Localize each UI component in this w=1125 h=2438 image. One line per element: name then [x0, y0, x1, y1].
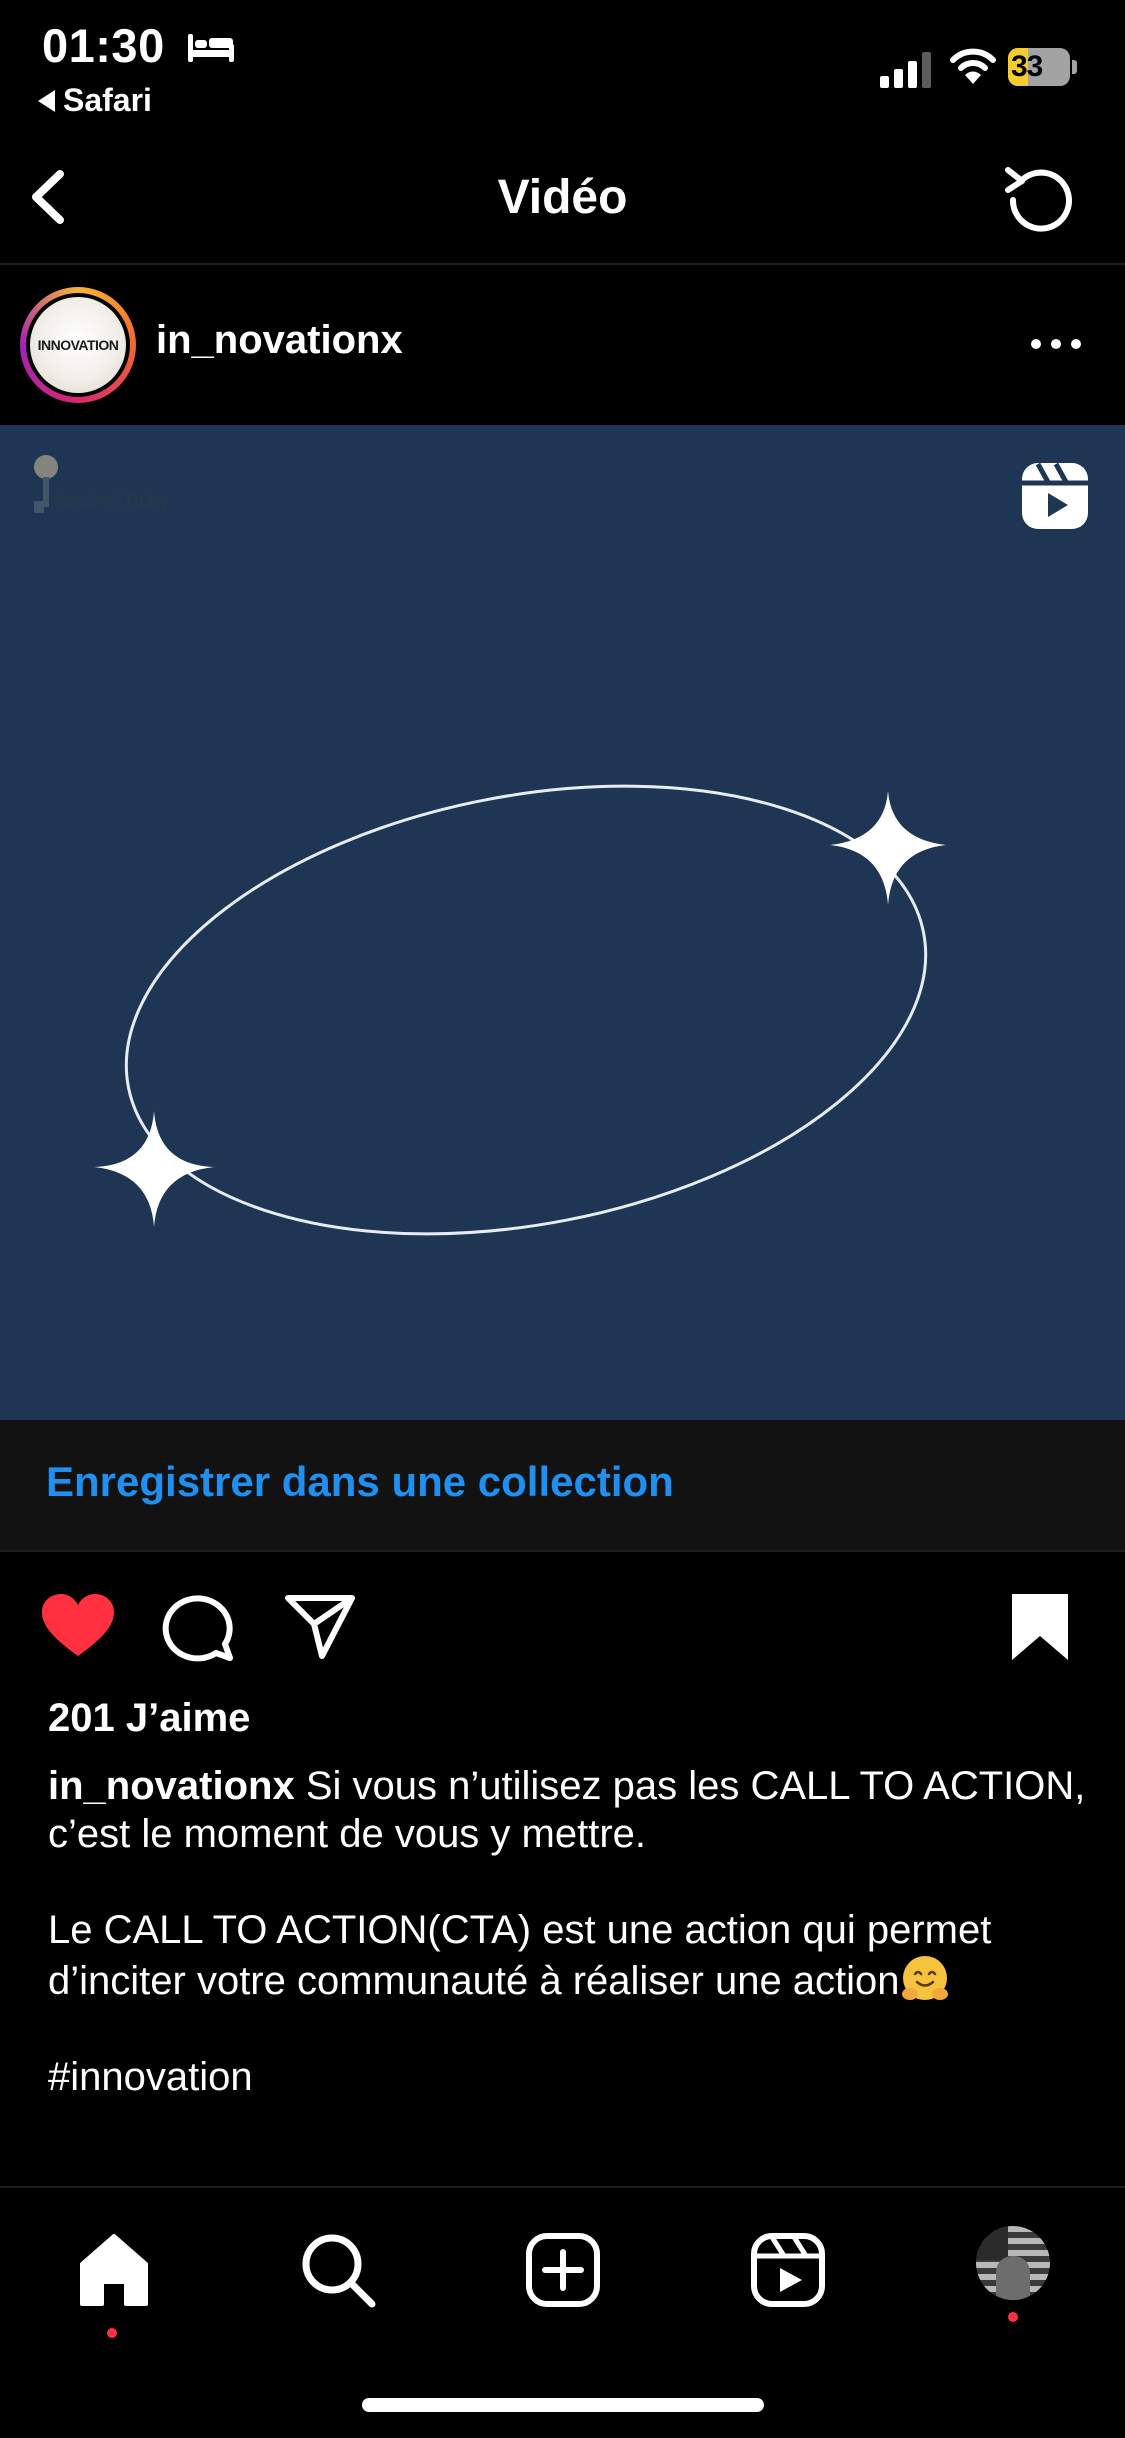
page-title: Vidéo	[497, 171, 628, 224]
post-caption: in_novationx Si vous n’utilisez pas les …	[48, 1762, 1088, 2101]
back-app-label: Safari	[63, 82, 152, 118]
ellipse-graphic	[94, 784, 946, 1236]
sparkle-icon	[830, 791, 946, 905]
home-notification-dot	[107, 2328, 117, 2338]
likes-count[interactable]: 201 J’aime	[48, 1696, 250, 1741]
reels-tab-icon[interactable]	[746, 2228, 830, 2312]
home-icon[interactable]	[72, 2228, 156, 2312]
back-to-app[interactable]: Safari	[38, 82, 152, 119]
profile-tab-avatar[interactable]	[976, 2226, 1050, 2300]
create-icon[interactable]	[521, 2228, 605, 2312]
video-media[interactable]: INNOVATION	[0, 425, 1125, 1420]
caption-username[interactable]: in_novationx	[48, 1764, 295, 1808]
header-divider	[0, 263, 1125, 265]
save-to-collection-link[interactable]: Enregistrer dans une collection	[46, 1458, 674, 1506]
comment-icon[interactable]	[162, 1592, 238, 1662]
avatar[interactable]: INNOVATION	[20, 287, 136, 403]
back-triangle-icon	[38, 89, 55, 112]
hug-emoji	[901, 1956, 948, 2000]
battery-level: 33	[1011, 50, 1043, 83]
save-collection-banner: Enregistrer dans une collection	[0, 1420, 1125, 1550]
wifi-icon	[950, 48, 996, 84]
more-icon[interactable]	[1030, 336, 1082, 352]
refresh-icon[interactable]	[1000, 160, 1082, 236]
bed-icon	[188, 34, 234, 62]
profile-notification-dot	[1008, 2312, 1018, 2322]
sparkle-icon	[94, 1111, 214, 1227]
caption-line2: Le CALL TO ACTION(CTA) est une action qu…	[48, 1908, 992, 2003]
collection-divider	[0, 1550, 1125, 1552]
home-indicator	[362, 2398, 764, 2412]
share-icon[interactable]	[282, 1592, 358, 1662]
avatar-logo-text: INNOVATION	[37, 337, 119, 353]
search-icon[interactable]	[296, 2228, 380, 2312]
bookmark-icon[interactable]	[1002, 1592, 1078, 1662]
post-username[interactable]: in_novationx	[156, 318, 403, 363]
signal-icon	[880, 52, 931, 88]
status-time: 01:30	[42, 19, 165, 72]
caption-hashtag[interactable]: #innovation	[48, 2055, 253, 2099]
battery-icon: 33	[1008, 48, 1078, 86]
heart-icon[interactable]	[40, 1592, 116, 1662]
